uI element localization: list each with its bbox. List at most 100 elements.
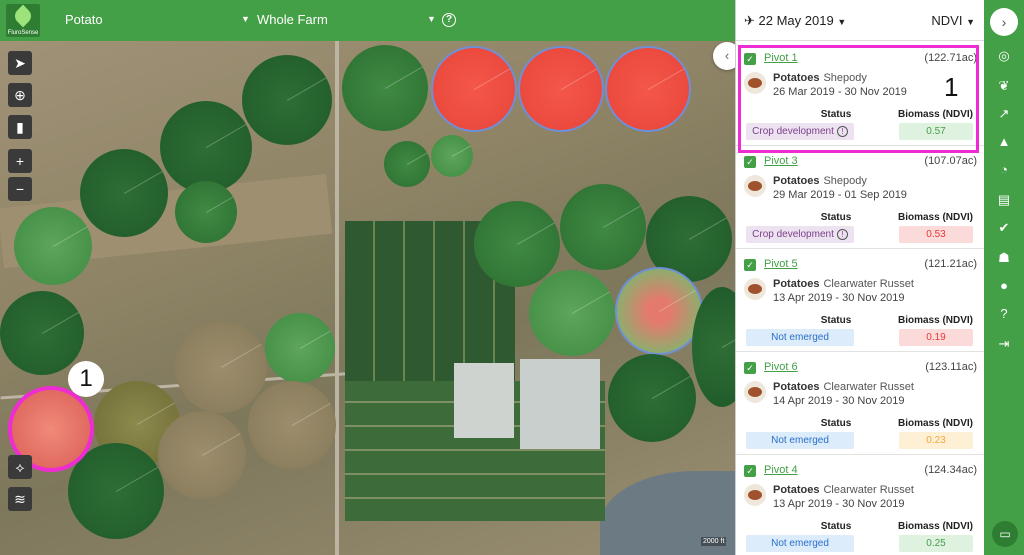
pivot-field[interactable] [384, 141, 430, 187]
checkbox[interactable]: ✓ [744, 156, 756, 168]
season-dates: 13 Apr 2019 - 30 Nov 2019 [773, 498, 905, 510]
field-name-link[interactable]: Pivot 3 [764, 155, 798, 167]
pivot-field[interactable] [518, 46, 604, 132]
callout-number: 1 [68, 361, 104, 397]
pivot-field[interactable] [431, 46, 517, 132]
field-name-link[interactable]: Pivot 5 [764, 258, 798, 270]
checkbox[interactable]: ✓ [744, 362, 756, 374]
ruler-icon[interactable]: ▮ [8, 115, 32, 139]
layers-icon[interactable]: ≋ [8, 487, 32, 511]
greenhouse [520, 359, 600, 449]
globe-icon[interactable]: ◎ [996, 48, 1012, 64]
variety-name: Shepody [823, 175, 867, 187]
field-name-link[interactable]: Pivot 4 [764, 464, 798, 476]
biomass-label: Biomass (NDVI) [897, 212, 973, 223]
satellite-map[interactable]: 1 ➤ ⊕ ▮ + − ⟡ ≋ 2000 ft [0, 41, 735, 555]
status-badge[interactable]: Crop development! [746, 226, 854, 243]
status-badge[interactable]: Not emerged [746, 329, 854, 346]
pivot-field[interactable] [0, 291, 84, 375]
status-label: Status [820, 315, 852, 326]
date-value: 22 May 2019 [758, 13, 834, 28]
pivot-field[interactable] [160, 101, 252, 193]
status-value: Not emerged [771, 538, 829, 549]
pivot-field[interactable] [175, 181, 237, 243]
info-icon[interactable]: ! [836, 229, 848, 240]
ndvi-value: 0.53 [899, 226, 973, 243]
right-rail: › ◎ ❦ ↗ ▲ ◔ ▤ ✔ ☗ ● ? ⇥ ▭ [984, 0, 1024, 555]
pivot-field[interactable] [529, 270, 615, 356]
chevron-down-icon: ▼ [966, 17, 975, 27]
warning-icon[interactable]: ▲ [996, 134, 1012, 150]
user-icon[interactable]: ● [996, 278, 1012, 294]
field-card[interactable]: ✓ Pivot 3 (107.07ac) Potatoes Shepody 29 Mar … [736, 146, 984, 249]
status-label: Status [820, 521, 852, 532]
check-icon[interactable]: ✔ [996, 220, 1012, 236]
crop-info: Potatoes Clearwater Russet [773, 278, 914, 290]
status-value: Not emerged [771, 332, 829, 343]
status-badge[interactable]: Not emerged [746, 432, 854, 449]
crop-name: Potatoes [773, 175, 820, 187]
brand-name: FluroSense [7, 30, 39, 36]
pivot-field[interactable] [474, 201, 560, 287]
pivot-field[interactable] [431, 135, 473, 177]
pivot-field[interactable] [14, 207, 92, 285]
chevron-down-icon: ▼ [837, 17, 847, 27]
help-icon[interactable]: ? [996, 306, 1012, 322]
field-card[interactable]: ✓ Pivot 5 (121.21ac) Potatoes Clearwater Rus… [736, 249, 984, 352]
help-icon[interactable]: ? [442, 13, 456, 27]
farm-select[interactable]: Whole Farm ▼ [257, 12, 437, 27]
date-select[interactable]: ✈ 22 May 2019 ▼ [744, 13, 846, 29]
checkbox[interactable]: ✓ [744, 465, 756, 477]
pivot-field[interactable] [242, 55, 332, 145]
pivot-field[interactable] [248, 381, 336, 469]
zoom-out-button[interactable]: − [8, 177, 32, 201]
highlight-box [738, 45, 979, 153]
chevron-down-icon: ▼ [427, 14, 436, 24]
trend-icon[interactable]: ↗ [996, 106, 1012, 122]
logout-icon[interactable]: ⇥ [996, 336, 1012, 352]
crop-name: Potatoes [773, 278, 820, 290]
pivot-field[interactable] [608, 354, 696, 442]
pivot-field[interactable] [615, 267, 703, 355]
report-icon[interactable]: ▤ [996, 192, 1012, 208]
leaf-icon [11, 4, 35, 28]
biomass-label: Biomass (NDVI) [897, 315, 973, 326]
variety-name: Clearwater Russet [823, 278, 914, 290]
team-icon[interactable]: ☗ [996, 250, 1012, 266]
pivot-field[interactable] [158, 411, 246, 499]
chevron-right-icon[interactable]: › [990, 8, 1018, 36]
field-name-link[interactable]: Pivot 6 [764, 361, 798, 373]
field-card[interactable]: ✓ Pivot 4 (124.34ac) Potatoes Clearwater Rus… [736, 455, 984, 555]
callout-number: 1 [944, 72, 959, 102]
plant-icon[interactable]: ❦ [996, 78, 1012, 94]
draw-icon[interactable]: ⟡ [8, 455, 32, 479]
crop-info: Potatoes Clearwater Russet [773, 381, 914, 393]
zoom-in-button[interactable]: + [8, 149, 32, 173]
ndvi-value: 0.23 [899, 432, 973, 449]
biomass-label: Biomass (NDVI) [897, 521, 973, 532]
top-bar: FluroSense Potato ▼ Whole Farm ▼ ? [0, 0, 735, 41]
panel-header: ✈ 22 May 2019 ▼ NDVI ▼ [736, 0, 984, 41]
flurosense-logo[interactable]: FluroSense [6, 4, 40, 37]
pivot-field[interactable] [80, 149, 168, 237]
season-dates: 14 Apr 2019 - 30 Nov 2019 [773, 395, 905, 407]
locate-icon[interactable]: ⊕ [8, 83, 32, 107]
pie-chart-icon[interactable]: ◔ [996, 162, 1012, 178]
chat-icon[interactable]: ▭ [992, 521, 1018, 547]
variety-name: Clearwater Russet [823, 484, 914, 496]
navigate-icon[interactable]: ➤ [8, 51, 32, 75]
status-label: Status [820, 418, 852, 429]
pivot-field[interactable] [265, 313, 335, 383]
pivot-field[interactable] [605, 46, 691, 132]
field-card[interactable]: ✓ Pivot 6 (123.11ac) Potatoes Clearwater Rus… [736, 352, 984, 455]
pivot-field[interactable] [175, 321, 267, 413]
potato-icon [744, 278, 766, 300]
pivot-field[interactable] [342, 45, 428, 131]
checkbox[interactable]: ✓ [744, 259, 756, 271]
crop-select[interactable]: Potato ▼ [65, 12, 250, 27]
pivot-field[interactable] [560, 184, 646, 270]
chevron-down-icon: ▼ [241, 14, 250, 24]
status-badge[interactable]: Not emerged [746, 535, 854, 552]
layer-select[interactable]: NDVI ▼ [931, 13, 975, 28]
potato-icon [744, 175, 766, 197]
